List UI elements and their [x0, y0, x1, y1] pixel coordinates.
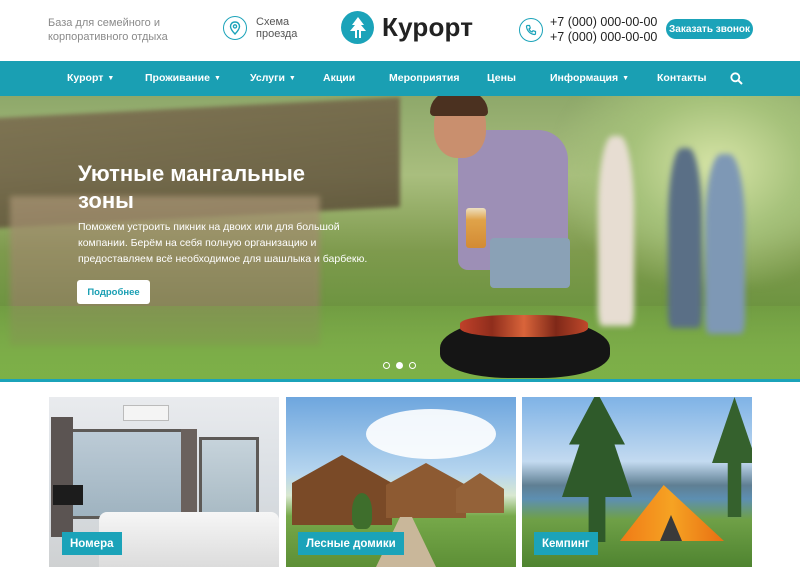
nav-item-label: Мероприятия — [389, 72, 460, 84]
chevron-down-icon: ▼ — [213, 75, 221, 82]
tree-logo-icon — [341, 11, 374, 44]
phone-number[interactable]: +7 (000) 000-00-00 — [550, 15, 657, 30]
wooden-cabin — [456, 473, 504, 513]
nav-item-resort[interactable]: Курорт ▼ — [67, 61, 114, 96]
nav-item-prices[interactable]: Цены — [487, 61, 516, 96]
site-tagline: База для семейного и корпоративного отды… — [48, 17, 168, 43]
hero-background-person — [668, 148, 702, 328]
card-rooms[interactable]: Номера — [49, 397, 279, 567]
pine-tree — [712, 397, 752, 517]
nav-item-label: Проживание — [145, 72, 210, 84]
logo[interactable]: Курорт — [341, 11, 473, 44]
bush — [352, 493, 372, 529]
nav-item-services[interactable]: Услуги ▼ — [250, 61, 296, 96]
room-air-conditioner — [123, 405, 169, 421]
nav-item-label: Цены — [487, 72, 516, 84]
hero-bottom-accent-line — [0, 379, 800, 382]
room-window — [199, 437, 259, 522]
slider-dot[interactable] — [409, 362, 416, 369]
phone-number[interactable]: +7 (000) 000-00-00 — [550, 30, 657, 45]
callback-button[interactable]: Заказать звонок — [666, 19, 753, 39]
card-label: Номера — [62, 532, 122, 555]
hero-background-person — [598, 136, 634, 326]
hero-title: Уютные мангальные зоны — [78, 161, 306, 213]
wooden-cabin — [292, 455, 392, 525]
nav-item-label: Услуги — [250, 72, 285, 84]
nav-item-events[interactable]: Мероприятия — [389, 61, 459, 96]
chevron-down-icon: ▼ — [288, 75, 296, 82]
slider-dots — [383, 362, 416, 369]
nav-item-promotions[interactable]: Акции — [323, 61, 355, 96]
card-label: Кемпинг — [534, 532, 598, 555]
search-icon[interactable] — [730, 72, 743, 85]
slider-dot[interactable] — [383, 362, 390, 369]
room-tv — [53, 485, 83, 505]
room-bed — [99, 512, 279, 567]
nav-item-label: Курорт — [67, 72, 104, 84]
card-label: Лесные домики — [298, 532, 404, 555]
hero-beer-glass — [466, 208, 486, 248]
nav-item-information[interactable]: Информация ▼ — [550, 61, 629, 96]
hero-grilled-meat — [460, 315, 588, 337]
chevron-down-icon: ▼ — [622, 75, 630, 82]
nav-item-accommodation[interactable]: Проживание ▼ — [145, 61, 221, 96]
hero-background-person — [705, 154, 745, 334]
pine-tree — [562, 397, 632, 542]
map-link-label: Схема проезда — [256, 16, 298, 40]
main-nav: Курорт ▼ Проживание ▼ Услуги ▼ Акции Меропр… — [0, 61, 800, 96]
hero-more-button[interactable]: Подробнее — [77, 280, 150, 304]
logo-text: Курорт — [382, 12, 474, 42]
location-pin-icon — [223, 16, 247, 40]
nav-item-contacts[interactable]: Контакты — [657, 61, 707, 96]
nav-item-label: Информация — [550, 72, 619, 84]
room-window — [69, 429, 189, 519]
site-header: База для семейного и корпоративного отды… — [0, 0, 800, 61]
card-camping[interactable]: Кемпинг — [522, 397, 752, 567]
phone-numbers: +7 (000) 000-00-00 +7 (000) 000-00-00 — [550, 15, 657, 45]
room-curtain — [51, 417, 73, 537]
card-forest-cabins[interactable]: Лесные домики — [286, 397, 516, 567]
nav-item-label: Акции — [323, 72, 356, 84]
phone-icon — [519, 18, 543, 42]
nav-item-label: Контакты — [657, 72, 707, 84]
hero-description: Поможем устроить пикник на двоих или для… — [78, 221, 368, 265]
wooden-cabin — [386, 463, 466, 518]
hero-man-apron — [490, 238, 570, 288]
sky-cloud — [366, 409, 496, 459]
hero-man-hair — [430, 96, 488, 116]
chevron-down-icon: ▼ — [107, 75, 115, 82]
slider-dot-active[interactable] — [396, 362, 403, 369]
map-link[interactable]: Схема проезда — [223, 16, 306, 40]
